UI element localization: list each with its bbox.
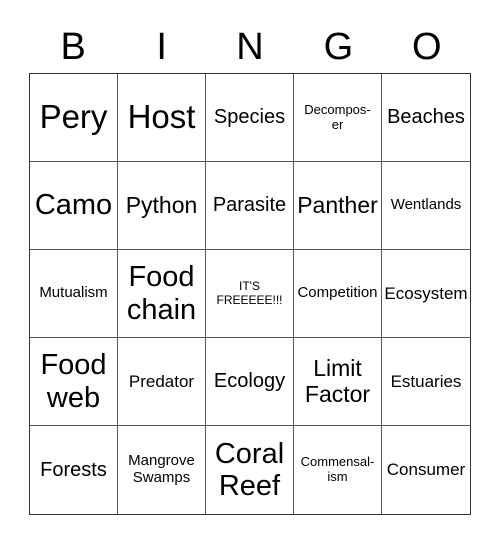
bingo-cell-g1[interactable]: Decompos-er (294, 74, 382, 162)
bingo-cell-n1[interactable]: Species (206, 74, 294, 162)
cell-text: Competition (297, 284, 378, 302)
cell-text: Mangrove (128, 452, 195, 470)
cell-text: Mutualism (39, 284, 108, 302)
bingo-cell-b1[interactable]: Pery (30, 74, 118, 162)
cell-text: Reef (218, 470, 281, 502)
bingo-cell-g3[interactable]: Competition (294, 250, 382, 338)
bingo-cell-o4[interactable]: Estuaries (382, 338, 470, 426)
header-letter-b: B (60, 26, 86, 68)
cell-text: ism (327, 469, 348, 484)
bingo-cell-g4[interactable]: Limit Factor (294, 338, 382, 426)
cell-text: IT'S (239, 279, 260, 294)
cell-text: Food (40, 349, 107, 382)
bingo-cell-b5[interactable]: Forests (30, 426, 118, 514)
bingo-cell-i1[interactable]: Host (118, 74, 206, 162)
cell-text: Camo (34, 189, 113, 222)
cell-text: Predator (128, 371, 195, 391)
bingo-cell-b3[interactable]: Mutualism (30, 250, 118, 338)
header-letter-o: O (412, 26, 442, 68)
cell-text: Ecosystem (384, 283, 468, 303)
cell-text: Parasite (212, 194, 287, 217)
bingo-cell-i4[interactable]: Predator (118, 338, 206, 426)
bingo-cell-o2[interactable]: Wentlands (382, 162, 470, 250)
cell-text: Pery (39, 98, 108, 136)
free-space-cell[interactable]: IT'S FREEEEE!!! (206, 250, 294, 338)
cell-text: Estuaries (390, 371, 462, 391)
cell-text: chain (126, 293, 197, 326)
bingo-cell-i2[interactable]: Python (118, 162, 206, 250)
cell-text: Ecology (213, 370, 286, 393)
bingo-cell-n2[interactable]: Parasite (206, 162, 294, 250)
bingo-cell-n4[interactable]: Ecology (206, 338, 294, 426)
cell-text: Factor (304, 380, 371, 407)
cell-text: Consumer (386, 460, 466, 480)
cell-text: Beaches (387, 106, 465, 129)
cell-text: Host (127, 98, 196, 136)
cell-text: FREEEEE!!! (216, 292, 283, 307)
cell-text: Limit (313, 354, 362, 381)
bingo-cell-n5[interactable]: Coral Reef (206, 426, 294, 514)
cell-text: Wentlands (390, 196, 462, 214)
header-letter-n: N (236, 26, 264, 68)
cell-text: Species (213, 106, 286, 129)
cell-text: Coral (214, 437, 285, 470)
cell-text: Commensal- (300, 454, 375, 470)
bingo-cell-g2[interactable]: Panther (294, 162, 382, 250)
cell-text: web (46, 381, 101, 414)
cell-text: Swamps (132, 469, 191, 486)
cell-text: Food (128, 261, 195, 294)
cell-text: Panther (297, 191, 378, 218)
bingo-cell-o3[interactable]: Ecosystem (382, 250, 470, 338)
cell-text: er (331, 116, 344, 132)
bingo-cell-b4[interactable]: Food web (30, 338, 118, 426)
bingo-header: B I N G O (29, 22, 471, 72)
bingo-cell-o1[interactable]: Beaches (382, 74, 470, 162)
header-letter-i: I (156, 26, 167, 68)
cell-text: Forests (40, 458, 107, 481)
bingo-cell-b2[interactable]: Camo (30, 162, 118, 250)
bingo-cell-i5[interactable]: Mangrove Swamps (118, 426, 206, 514)
cell-text: Decompos- (304, 101, 371, 117)
bingo-cell-o5[interactable]: Consumer (382, 426, 470, 514)
bingo-cell-i3[interactable]: Food chain (118, 250, 206, 338)
header-letter-g: G (323, 26, 354, 68)
bingo-cell-g5[interactable]: Commensal-ism (294, 426, 382, 514)
cell-text: Python (125, 191, 198, 218)
bingo-board: Pery Host Species Decompos-er Beaches Camo Pyt… (29, 73, 471, 515)
